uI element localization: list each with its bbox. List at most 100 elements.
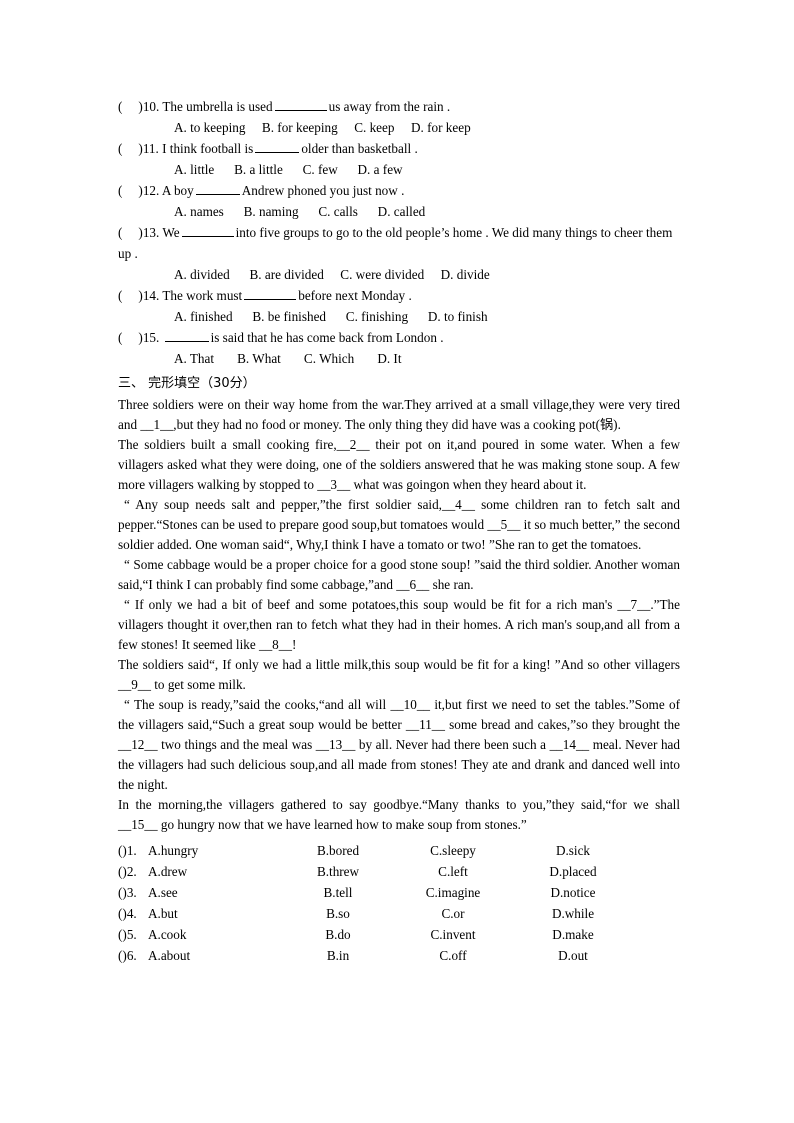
option-d[interactable]: D. It [377, 348, 401, 369]
option-c[interactable]: C. keep [354, 117, 394, 138]
answer-paren[interactable]: ()5. [118, 924, 137, 945]
answer-blank[interactable] [195, 182, 240, 195]
cloze-answer-row: ()3. A.see B.tell C.imagine D.notice [118, 882, 680, 903]
cloze-option-b[interactable]: B.tell [283, 882, 393, 903]
passage-paragraph: The soldiers said“, If only we had a lit… [118, 657, 680, 692]
answer-paren[interactable]: ()4. [118, 903, 137, 924]
cloze-option-c[interactable]: C.or [398, 903, 508, 924]
passage-paragraph: Three soldiers were on their way home fr… [118, 397, 680, 432]
multiple-choice-section: ()10. The umbrella is used us away from t… [118, 96, 680, 369]
question-options: A. finished B. be finished C. finishing … [118, 306, 680, 327]
question-stem: ()12. A boy Andrew phoned you just now . [118, 180, 680, 201]
answer-paren[interactable]: () [118, 99, 143, 114]
option-d[interactable]: D. for keep [411, 117, 471, 138]
question-stem: ()14. The work must before next Monday . [118, 285, 680, 306]
question-block: ()15. is said that he has come back from… [118, 327, 680, 369]
option-a[interactable]: A. That [174, 348, 214, 369]
question-number: 11. [142, 141, 159, 156]
answer-paren[interactable]: () [118, 330, 143, 345]
answer-blank[interactable] [244, 287, 297, 300]
stem-text-before: The work must [162, 288, 243, 303]
question-block: ()13. We into five groups to go to the ol… [118, 222, 680, 285]
cloze-option-b[interactable]: B.in [283, 945, 393, 966]
option-b[interactable]: B. for keeping [262, 117, 338, 138]
stem-text-after: us away from the rain . [328, 99, 451, 114]
answer-paren[interactable]: ()3. [118, 882, 137, 903]
cloze-option-a[interactable]: A.but [148, 903, 178, 924]
answer-paren[interactable]: ()6. [118, 945, 137, 966]
option-a[interactable]: A. to keeping [174, 117, 245, 138]
option-c[interactable]: C. calls [318, 201, 358, 222]
stem-text-after: is said that he has come back from Londo… [210, 330, 444, 345]
cloze-option-a[interactable]: A.drew [148, 861, 187, 882]
cloze-option-d[interactable]: D.notice [518, 882, 628, 903]
answer-paren[interactable]: () [118, 141, 143, 156]
answer-paren[interactable]: () [118, 183, 143, 198]
question-block: ()14. The work must before next Monday . … [118, 285, 680, 327]
cloze-option-d[interactable]: D.while [518, 903, 628, 924]
option-b[interactable]: B. a little [234, 159, 283, 180]
question-number: 13. [142, 225, 160, 240]
answer-blank[interactable] [181, 224, 234, 237]
cloze-option-a[interactable]: A.cook [148, 924, 186, 945]
cloze-passage: Three soldiers were on their way home fr… [118, 395, 680, 835]
option-c[interactable]: C. Which [304, 348, 354, 369]
option-c[interactable]: C. finishing [346, 306, 408, 327]
question-number: 12. [142, 183, 160, 198]
option-d[interactable]: D. to finish [428, 306, 488, 327]
option-b[interactable]: B. naming [244, 201, 299, 222]
passage-paragraph: The soldiers built a small cooking fire,… [118, 437, 680, 492]
option-c[interactable]: C. few [303, 159, 338, 180]
option-b[interactable]: B. be finished [252, 306, 326, 327]
option-b[interactable]: B. What [237, 348, 281, 369]
cloze-option-a[interactable]: A.about [148, 945, 190, 966]
cloze-option-d[interactable]: D.placed [518, 861, 628, 882]
option-d[interactable]: D. called [378, 201, 426, 222]
answer-paren[interactable]: ()1. [118, 840, 137, 861]
question-options: A. little B. a little C. few D. a few [118, 159, 680, 180]
stem-text-before: I think football is [162, 141, 254, 156]
stem-text-after: Andrew phoned you just now . [241, 183, 405, 198]
cloze-option-b[interactable]: B.bored [283, 840, 393, 861]
cloze-option-b[interactable]: B.threw [283, 861, 393, 882]
cloze-option-c[interactable]: C.left [398, 861, 508, 882]
stem-text-before: The umbrella is used [162, 99, 273, 114]
cloze-option-d[interactable]: D.out [518, 945, 628, 966]
answer-blank[interactable] [274, 98, 327, 111]
cloze-option-a[interactable]: A.hungry [148, 840, 198, 861]
cloze-option-c[interactable]: C.imagine [398, 882, 508, 903]
cloze-option-d[interactable]: D.sick [518, 840, 628, 861]
passage-paragraph: “ If only we had a bit of beef and some … [118, 597, 680, 652]
option-d[interactable]: D. a few [358, 159, 403, 180]
stem-text-before: We [162, 225, 180, 240]
cloze-option-c[interactable]: C.off [398, 945, 508, 966]
cloze-option-a[interactable]: A.see [148, 882, 178, 903]
question-number: 14. [142, 288, 160, 303]
cloze-option-d[interactable]: D.make [518, 924, 628, 945]
cloze-option-c[interactable]: C.sleepy [398, 840, 508, 861]
answer-paren[interactable]: () [118, 288, 143, 303]
question-options: A. to keeping B. for keeping C. keep D. … [118, 117, 680, 138]
question-number: 15. [142, 330, 160, 345]
cloze-option-b[interactable]: B.do [283, 924, 393, 945]
question-options: A. names B. naming C. calls D. called [118, 201, 680, 222]
question-stem: ()15. is said that he has come back from… [118, 327, 680, 348]
option-a[interactable]: A. names [174, 201, 224, 222]
stem-text-after: before next Monday . [298, 288, 412, 303]
cloze-answer-row: ()1. A.hungry B.bored C.sleepy D.sick [118, 840, 680, 861]
answer-blank[interactable] [255, 140, 300, 153]
option-b[interactable]: B. are divided [249, 264, 323, 285]
cloze-option-c[interactable]: C.invent [398, 924, 508, 945]
option-a[interactable]: A. finished [174, 306, 233, 327]
answer-paren[interactable]: ()2. [118, 861, 137, 882]
cloze-option-b[interactable]: B.so [283, 903, 393, 924]
option-c[interactable]: C. were divided [340, 264, 424, 285]
option-a[interactable]: A. divided [174, 264, 230, 285]
cloze-answer-row: ()5. A.cook B.do C.invent D.make [118, 924, 680, 945]
passage-paragraph: “ Some cabbage would be a proper choice … [118, 557, 680, 592]
question-number: 10. [142, 99, 160, 114]
answer-paren[interactable]: () [118, 225, 143, 240]
answer-blank[interactable] [164, 329, 209, 342]
option-a[interactable]: A. little [174, 159, 214, 180]
option-d[interactable]: D. divide [441, 264, 490, 285]
